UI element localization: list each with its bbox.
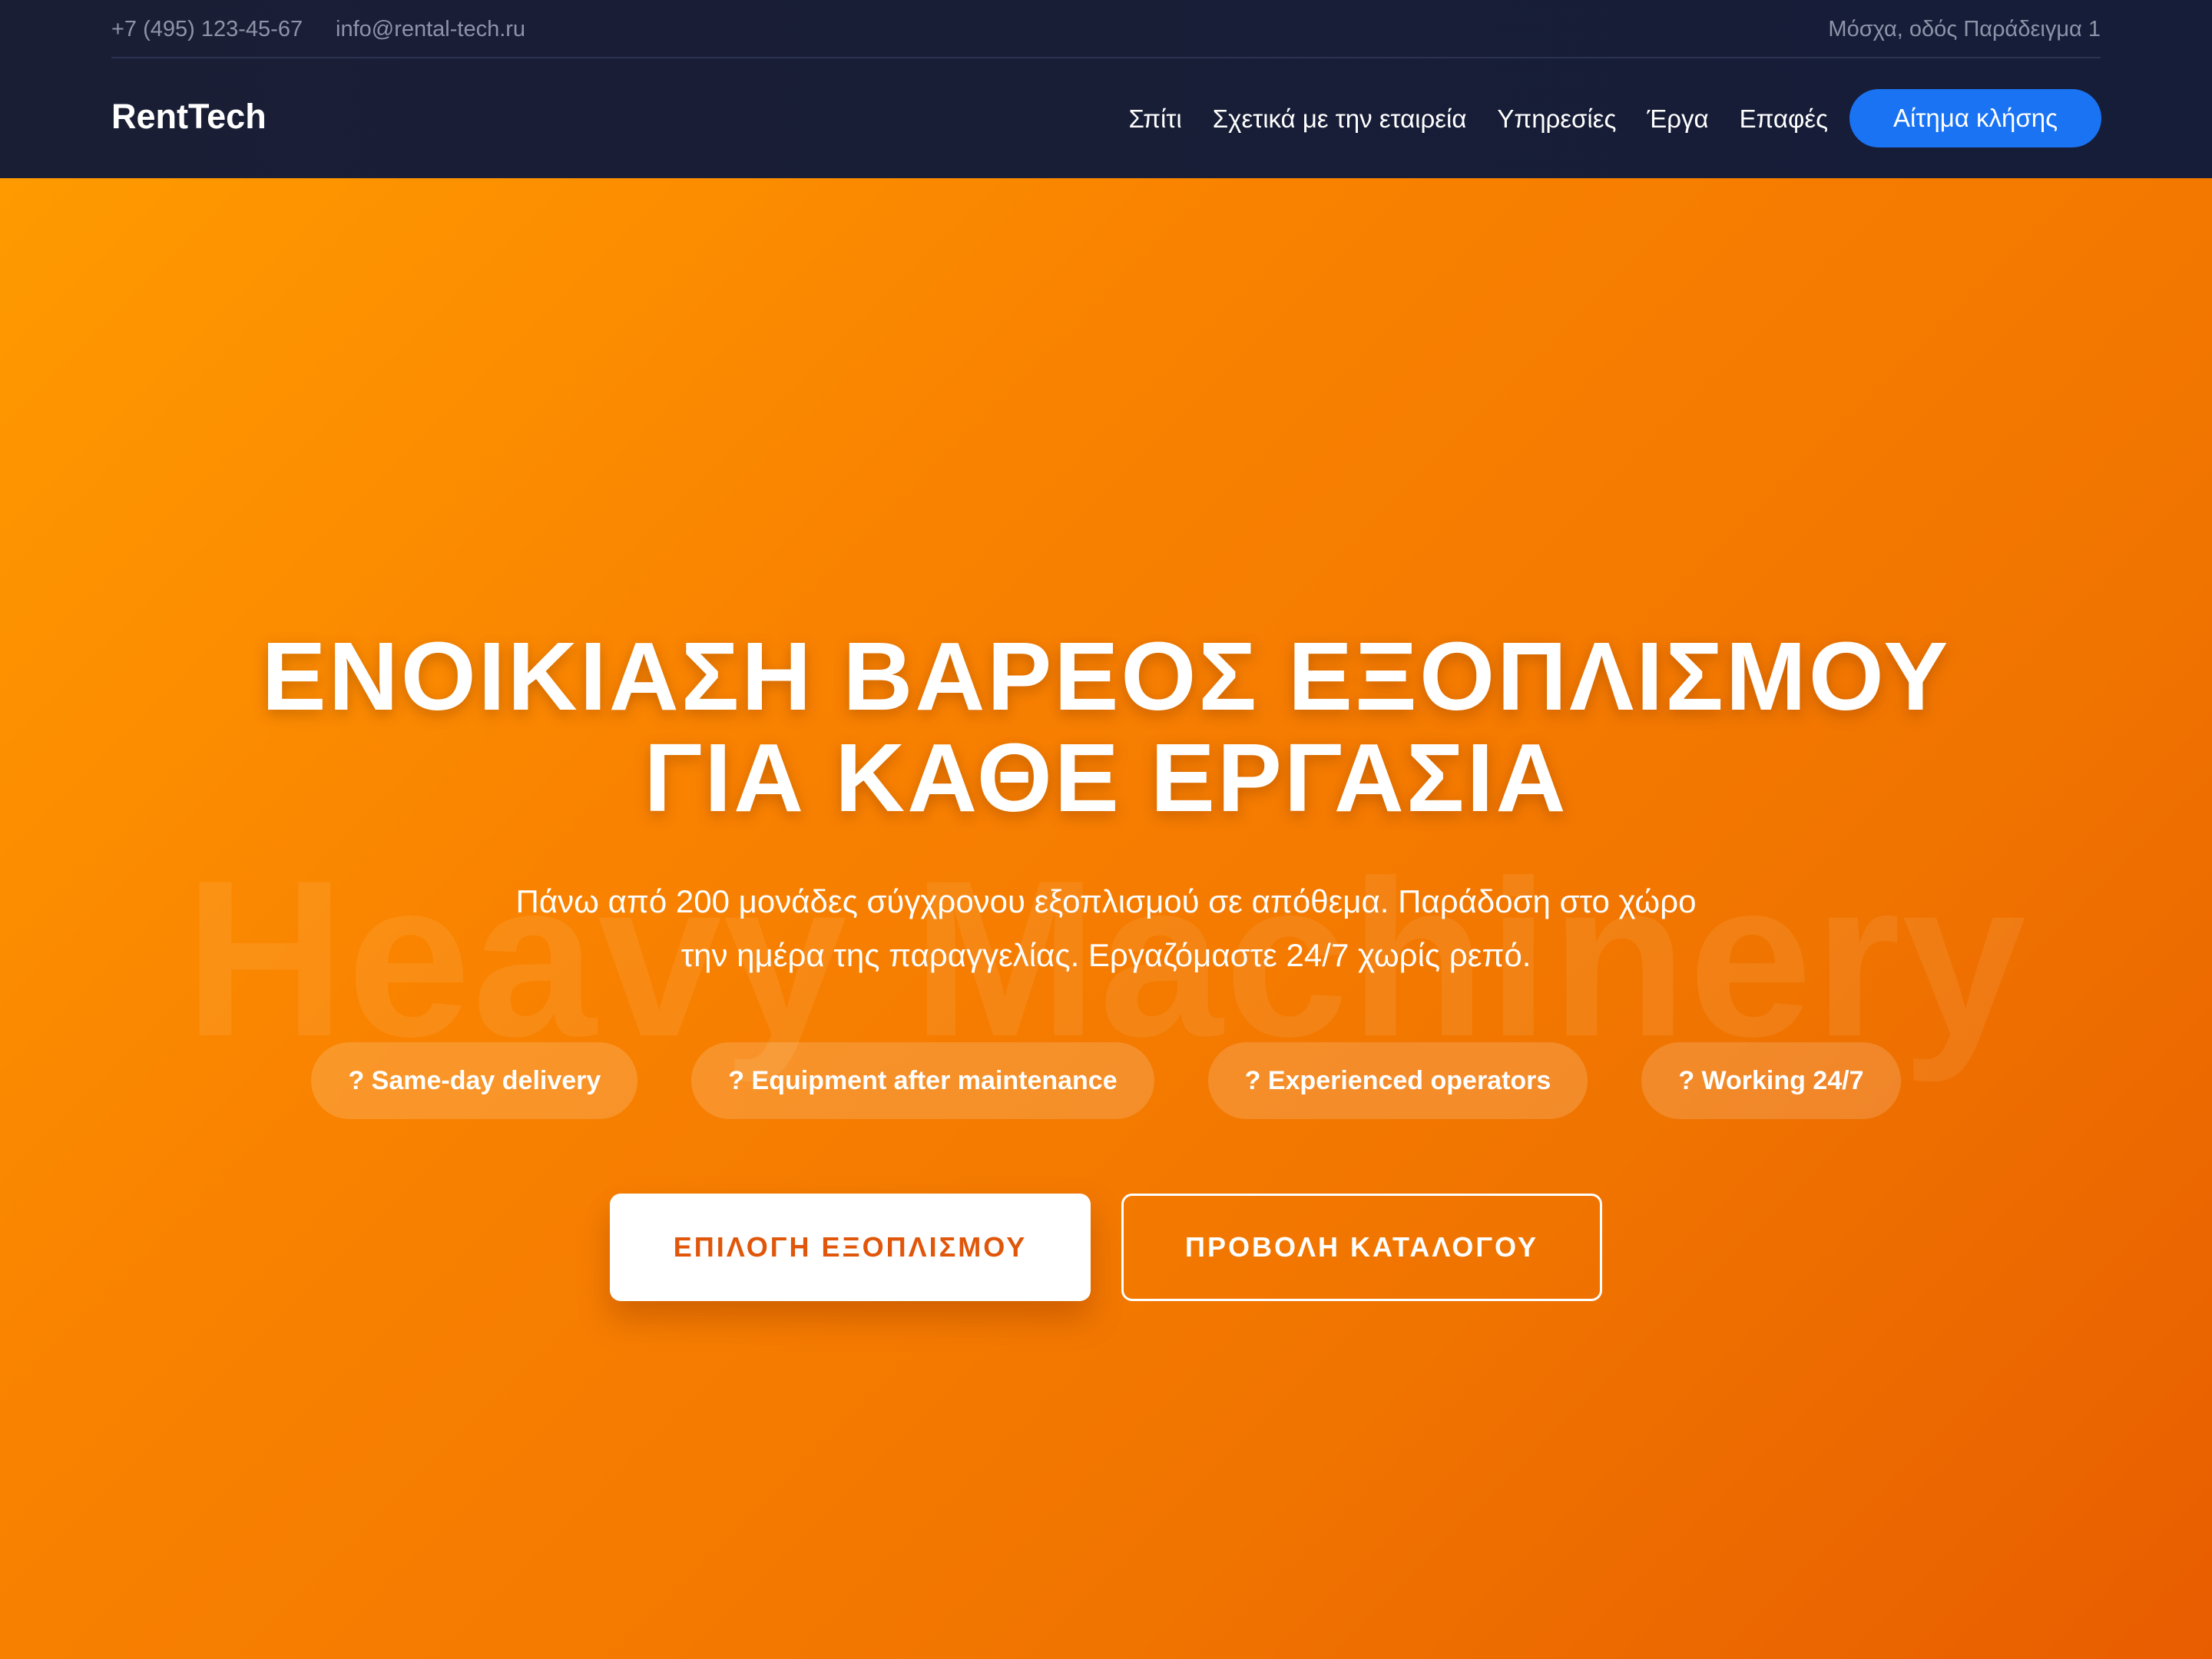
- feature-badge-delivery: ? Same-day delivery: [311, 1042, 638, 1119]
- site-header: +7 (495) 123-45-67 info@rental-tech.ru Μ…: [0, 0, 2212, 178]
- hero-title-line-2: ΓΙΑ ΚΑΘΕ ΕΡΓΑΣΙΑ: [644, 724, 1568, 832]
- nav-item-projects[interactable]: Έργα: [1647, 104, 1708, 134]
- nav-item-contacts[interactable]: Επαφές: [1740, 104, 1828, 134]
- hero-subtitle-line-2: την ημέρα της παραγγελίας. Εργαζόμαστε 2…: [680, 937, 1532, 973]
- feature-list: ? Same-day delivery ? Equipment after ma…: [0, 1042, 2212, 1119]
- hero-subtitle: Πάνω από 200 μονάδες σύγχρονου εξοπλισμο…: [430, 875, 1782, 982]
- request-call-button[interactable]: Αίτημα κλήσης: [1849, 89, 2101, 147]
- choose-equipment-button[interactable]: ΕΠΙΛΟΓΗ ΕΞΟΠΛΙΣΜΟΥ: [610, 1194, 1091, 1301]
- hero-subtitle-line-1: Πάνω από 200 μονάδες σύγχρονου εξοπλισμο…: [515, 883, 1697, 919]
- hero-title-line-1: ΕΝΟΙΚΙΑΣΗ ΒΑΡΕΟΣ ΕΞΟΠΛΙΣΜΟΥ: [261, 622, 1951, 730]
- email-link[interactable]: info@rental-tech.ru: [336, 17, 525, 42]
- hero-title: ΕΝΟΙΚΙΑΣΗ ΒΑΡΕΟΣ ΕΞΟΠΛΙΣΜΟΥ ΓΙΑ ΚΑΘΕ ΕΡΓ…: [0, 626, 2212, 829]
- feature-badge-24-7: ? Working 24/7: [1641, 1042, 1901, 1119]
- address-text: Μόσχα, οδός Παράδειγμα 1: [1828, 17, 2101, 41]
- view-catalog-button[interactable]: ΠΡΟΒΟΛΗ ΚΑΤΑΛΟΓΟΥ: [1121, 1194, 1602, 1301]
- nav-item-home[interactable]: Σπίτι: [1128, 104, 1181, 134]
- contact-bar: +7 (495) 123-45-67 info@rental-tech.ru Μ…: [111, 0, 2101, 58]
- nav-item-services[interactable]: Υπηρεσίες: [1497, 104, 1616, 134]
- hero-section: Heavy Machinery ΕΝΟΙΚΙΑΣΗ ΒΑΡΕΟΣ ΕΞΟΠΛΙΣ…: [0, 178, 2212, 1659]
- nav-item-about[interactable]: Σχετικά με την εταιρεία: [1213, 104, 1467, 134]
- feature-badge-operators: ? Experienced operators: [1207, 1042, 1588, 1119]
- main-nav: Σπίτι Σχετικά με την εταιρεία Υπηρεσίες …: [1128, 104, 1828, 134]
- feature-badge-maintenance: ? Equipment after maintenance: [691, 1042, 1154, 1119]
- site-logo[interactable]: RentTech: [111, 97, 267, 137]
- phone-link[interactable]: +7 (495) 123-45-67: [111, 17, 303, 42]
